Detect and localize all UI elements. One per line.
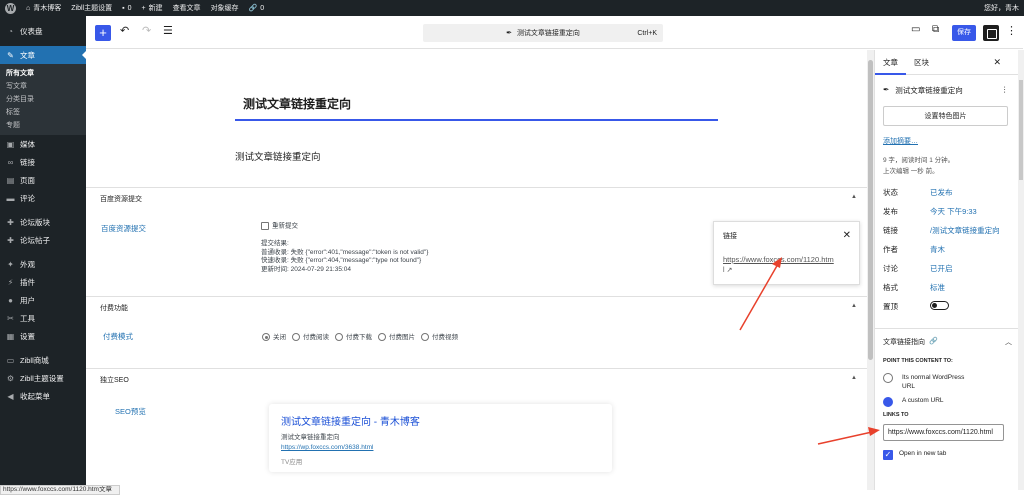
status-bar: https://www.foxccs.com/1120.htm文章 [0, 485, 120, 495]
annotation-arrows [739, 257, 880, 445]
arrowhead-icon [772, 257, 782, 268]
arrowhead-icon [868, 427, 880, 436]
arrow-to-url-input [817, 431, 873, 445]
arrow-to-popover [739, 263, 779, 331]
